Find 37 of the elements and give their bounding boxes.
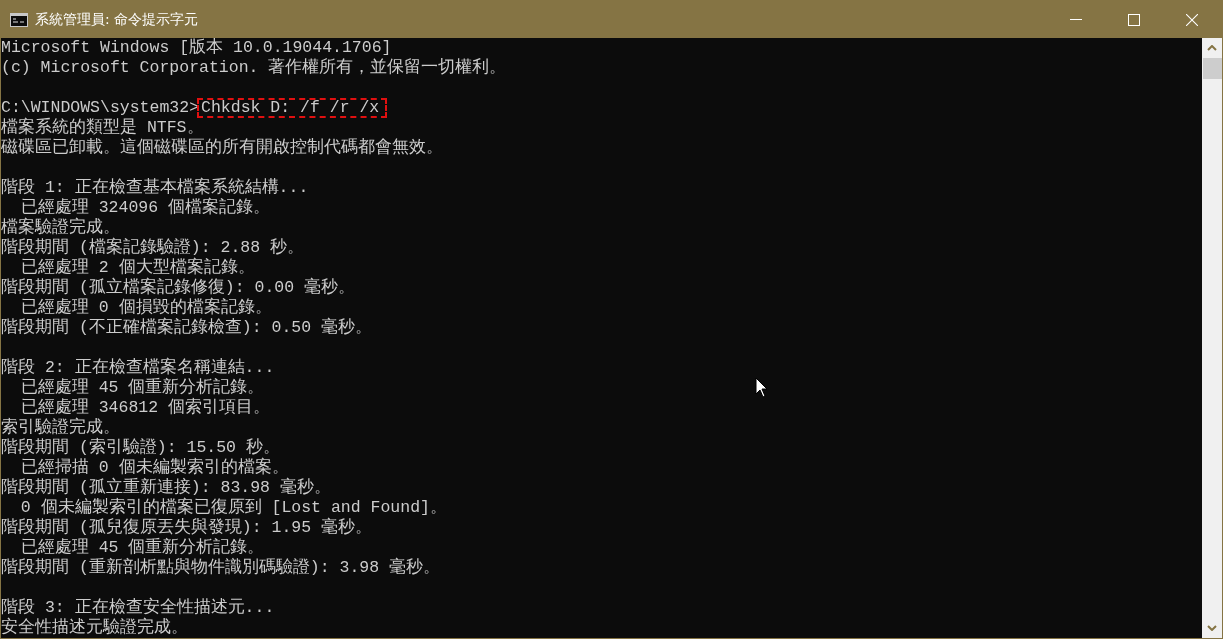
console-line: 0 個未編製索引的檔案已復原到 [Lost and Found]。 bbox=[19, 498, 447, 517]
maximize-icon bbox=[1128, 13, 1140, 26]
console-line: 索引驗證完成。 bbox=[1, 418, 120, 438]
console-line: 已經處理 324096 個檔案記錄。 bbox=[19, 198, 271, 217]
console-line: 已經處理 0 個損毀的檔案記錄。 bbox=[19, 298, 272, 317]
console-line: 已經處理 346812 個索引項目。 bbox=[19, 398, 271, 417]
terminal-icon bbox=[10, 12, 28, 27]
console-line: 已經處理 2 個大型檔案記錄。 bbox=[19, 258, 255, 277]
console-line: 階段期間 (孤兒復原丟失與發現): 1.95 毫秒。 bbox=[1, 518, 373, 538]
minimize-icon bbox=[1070, 19, 1082, 20]
console-line: 已經掃描 0 個未編製索引的檔案。 bbox=[19, 458, 289, 477]
chevron-down-icon bbox=[1207, 625, 1217, 631]
console-line: 已經處理 45 個重新分析記錄。 bbox=[19, 538, 265, 558]
console-line: (c) Microsoft Corporation. 著作權所有，並保留一切權利。 bbox=[1, 58, 507, 78]
console-line: 階段期間 (孤立檔案記錄修復): 0.00 毫秒。 bbox=[1, 278, 356, 297]
console-line: 階段 1: 正在檢查基本檔案系統結構... bbox=[1, 178, 309, 197]
mouse-pointer-icon bbox=[755, 377, 769, 399]
chevron-up-icon bbox=[1207, 45, 1217, 51]
console-line: 階段 3: 正在檢查安全性描述元... bbox=[1, 598, 275, 617]
console-line: 階段 2: 正在檢查檔案名稱連結... bbox=[1, 358, 275, 378]
console-line: 檔案系統的類型是 NTFS。 bbox=[1, 118, 204, 138]
console-line: 階段期間 (索引驗證): 15.50 秒。 bbox=[1, 438, 280, 457]
console-line: 檔案驗證完成。 bbox=[1, 218, 120, 237]
console-line: 階段期間 (不正確檔案記錄檢查): 0.50 毫秒。 bbox=[1, 318, 373, 338]
close-icon bbox=[1186, 13, 1198, 26]
console-line: 階段期間 (檔案記錄驗證): 2.88 秒。 bbox=[1, 238, 305, 257]
console-line: 階段期間 (重新剖析點與物件識別碼驗證): 3.98 毫秒。 bbox=[1, 558, 441, 578]
console-line: 磁碟區已卸載。這個磁碟區的所有開啟控制代碼都會無效。 bbox=[1, 138, 443, 158]
prompt-text: C:\WINDOWS\system32> bbox=[1, 98, 200, 117]
console-line: 已經處理 45 個重新分析記錄。 bbox=[19, 378, 265, 398]
command-text: Chkdsk D: /f /r /x bbox=[197, 98, 388, 118]
scrollbar[interactable] bbox=[1202, 38, 1222, 638]
console-line: 安全性描述元驗證完成。 bbox=[1, 618, 188, 638]
console-line: Microsoft Windows [版本 10.0.19044.1706] bbox=[1, 38, 392, 58]
console-line: 階段期間 (孤立重新連接): 83.98 毫秒。 bbox=[1, 478, 331, 497]
window-title: 系統管理員: 命令提示字元 bbox=[35, 10, 200, 29]
scroll-thumb[interactable] bbox=[1202, 58, 1222, 79]
